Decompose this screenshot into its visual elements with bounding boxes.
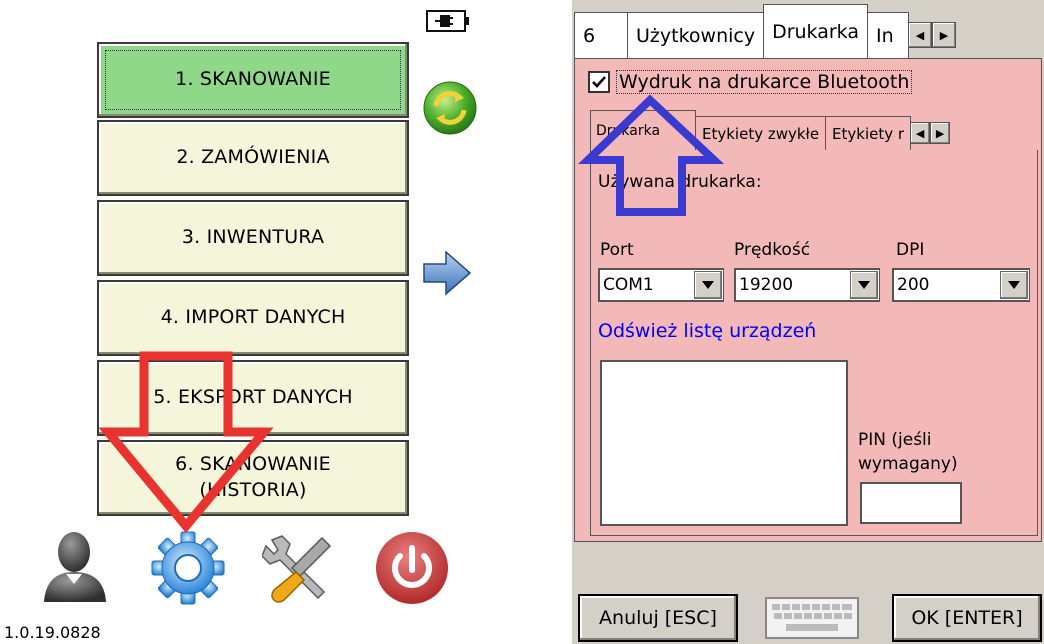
menu-label: 3. INWENTURA xyxy=(181,226,325,249)
menu-button-inwentura[interactable]: 3. INWENTURA xyxy=(97,200,409,276)
menu-label-multiline: 6. SKANOWANIE (HISTORIA) xyxy=(175,452,331,503)
menu-label-line1: 6. SKANOWANIE xyxy=(175,453,331,476)
settings-screen: 6 Użytkownicy Drukarka In ◀ ▶ Wydruk na … xyxy=(572,0,1044,644)
menu-label: 1. SKANOWANIE xyxy=(175,68,331,91)
battery-icon xyxy=(425,8,471,38)
menu-button-eksport[interactable]: 5. EKSPORT DANYCH xyxy=(97,360,409,436)
settings-gear-icon[interactable] xyxy=(150,530,226,610)
cancel-button[interactable]: Anuluj [ESC] xyxy=(578,594,738,642)
tools-icon[interactable] xyxy=(261,530,338,610)
cancel-button-label: Anuluj [ESC] xyxy=(599,607,717,629)
right-arrow-icon xyxy=(422,250,472,300)
main-menu-screen: 1. SKANOWANIE 2. ZAMÓWIENIA 3. INWENTURA… xyxy=(0,0,500,644)
keyboard-icon[interactable] xyxy=(764,596,860,640)
menu-button-import[interactable]: 4. IMPORT DANYCH xyxy=(97,280,409,356)
menu-button-skanowanie[interactable]: 1. SKANOWANIE xyxy=(97,42,409,118)
ok-button-label: OK [ENTER] xyxy=(911,607,1023,629)
sync-icon[interactable] xyxy=(420,78,480,142)
menu-label: 2. ZAMÓWIENIA xyxy=(176,146,330,169)
user-icon[interactable] xyxy=(40,530,110,606)
menu-label-line2: (HISTORIA) xyxy=(199,479,307,501)
version-label: 1.0.19.0828 xyxy=(4,623,101,642)
power-icon[interactable] xyxy=(374,530,450,610)
menu-label: 5. EKSPORT DANYCH xyxy=(153,386,353,409)
menu-button-zamowienia[interactable]: 2. ZAMÓWIENIA xyxy=(97,120,409,196)
ok-button[interactable]: OK [ENTER] xyxy=(892,594,1042,642)
menu-button-historia[interactable]: 6. SKANOWANIE (HISTORIA) xyxy=(97,440,409,516)
menu-label: 4. IMPORT DANYCH xyxy=(160,306,346,329)
